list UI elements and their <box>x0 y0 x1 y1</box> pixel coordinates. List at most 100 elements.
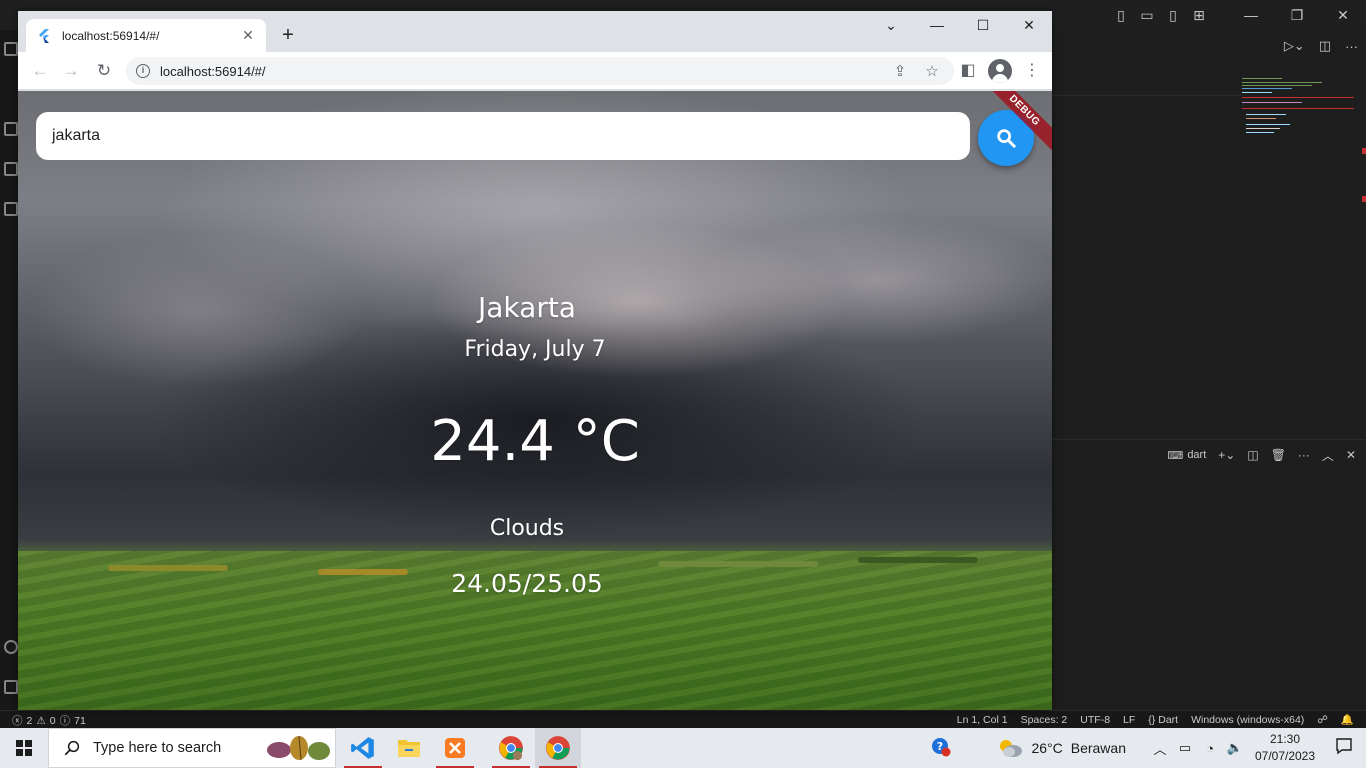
address-bar[interactable]: i localhost:56914/#/ ⇪ ☆ <box>126 57 954 85</box>
warning-count: 0 <box>49 714 56 727</box>
run-debug-icon[interactable] <box>4 162 18 176</box>
back-button[interactable]: ← <box>28 59 52 83</box>
chrome-window: localhost:56914/#/ ✕ + ⌄ — ☐ ✕ ← → ↻ i l… <box>18 11 1052 710</box>
eol-setting[interactable]: LF <box>1123 714 1135 726</box>
editor-tab-border <box>1052 95 1242 96</box>
split-editor-icon[interactable]: ◫ <box>1319 38 1331 54</box>
forward-button[interactable]: → <box>59 59 83 83</box>
scrollbar-error-marker <box>1362 148 1366 154</box>
bookmark-star-icon[interactable]: ☆ <box>920 62 944 80</box>
chrome-menu-icon[interactable]: ⋮ <box>1020 59 1044 83</box>
taskbar-weather-temp: 26°C <box>1031 740 1063 756</box>
min-max-temperature: 24.05/25.05 <box>451 569 603 598</box>
search-highlight-icon <box>267 735 330 761</box>
taskbar-clock[interactable]: 21:30 07/07/2023 <box>1248 731 1322 765</box>
profile-avatar-icon[interactable] <box>988 59 1012 83</box>
language-mode[interactable]: {} Dart <box>1148 714 1178 726</box>
customize-layout-icon[interactable]: ⊞ <box>1186 7 1212 24</box>
chrome-icon <box>546 736 570 760</box>
run-debug-dropdown-icon[interactable]: ▷⌄ <box>1284 38 1305 54</box>
folder-icon <box>398 740 420 757</box>
clock-date: 07/07/2023 <box>1254 749 1316 763</box>
start-button[interactable] <box>0 728 48 768</box>
editor-toolbar: ▷⌄ ◫ ··· <box>1052 36 1366 56</box>
kill-terminal-icon[interactable]: 🗑 <box>1271 448 1286 462</box>
encoding-setting[interactable]: UTF-8 <box>1080 714 1110 726</box>
terminal-selector[interactable]: ⌨ dart <box>1167 449 1206 462</box>
action-center-button[interactable] <box>1322 737 1366 760</box>
vscode-title-controls: ▯ ▭ ▯ ⊞ — ❐ ✕ <box>1108 0 1366 30</box>
windows-taskbar: Type here to search ? 26°C Berawan ︿ ▭ ◔… <box>0 728 1366 768</box>
new-terminal-icon[interactable]: +⌄ <box>1218 448 1235 462</box>
minimize-button[interactable]: — <box>914 11 960 39</box>
close-tab-icon[interactable]: ✕ <box>240 27 256 44</box>
warning-icon: ⚠ <box>36 714 46 727</box>
help-notification-icon[interactable]: ? <box>929 736 953 761</box>
side-panel-icon[interactable]: ◧ <box>956 59 980 83</box>
maximize-button[interactable]: ☐ <box>960 11 1006 39</box>
minimap[interactable] <box>1240 76 1355 146</box>
notifications-bell-icon[interactable]: 🔔 <box>1341 713 1354 726</box>
tab-strip: localhost:56914/#/ ✕ + ⌄ — ☐ ✕ <box>18 11 1052 52</box>
notification-icon <box>1336 737 1352 754</box>
vscode-minimize-button[interactable]: — <box>1228 7 1274 24</box>
taskbar-chrome-profile[interactable] <box>488 728 534 768</box>
network-icon[interactable]: ◔ <box>1198 741 1222 756</box>
close-panel-icon[interactable]: ✕ <box>1346 448 1356 462</box>
target-platform[interactable]: Windows (windows-x64) <box>1191 714 1304 726</box>
url-text[interactable]: localhost:56914/#/ <box>160 64 880 79</box>
city-search-value[interactable]: jakarta <box>52 127 100 145</box>
toggle-primary-sidebar-icon[interactable]: ▯ <box>1108 7 1134 24</box>
info-icon: ⓘ <box>59 715 71 727</box>
system-tray: ? 26°C Berawan ︿ ▭ ◔ 🔈 21:30 07/07/2023 <box>929 728 1366 768</box>
reload-button[interactable]: ↻ <box>92 59 116 83</box>
toolbar-right: ◧ ⋮ <box>956 59 1044 83</box>
vscode-restore-button[interactable]: ❐ <box>1274 7 1320 24</box>
split-terminal-icon[interactable]: ◫ <box>1247 448 1258 462</box>
feedback-icon[interactable]: ☍ <box>1317 714 1328 726</box>
taskbar-xampp[interactable] <box>432 728 478 768</box>
vscode-close-button[interactable]: ✕ <box>1320 7 1366 24</box>
status-bar-right: Ln 1, Col 1 Spaces: 2 UTF-8 LF {} Dart W… <box>957 713 1354 727</box>
battery-icon[interactable]: ▭ <box>1173 740 1197 756</box>
source-control-icon[interactable] <box>4 122 18 136</box>
toggle-secondary-sidebar-icon[interactable]: ▯ <box>1160 7 1186 24</box>
taskbar-search-box[interactable]: Type here to search <box>48 728 336 768</box>
taskbar-vscode[interactable] <box>340 728 386 768</box>
vscode-icon <box>351 737 374 759</box>
new-tab-button[interactable]: + <box>277 23 299 47</box>
search-icon <box>64 740 80 756</box>
site-info-icon[interactable]: i <box>136 64 150 78</box>
manage-gear-icon[interactable] <box>4 680 18 694</box>
chrome-icon <box>499 736 523 761</box>
extensions-icon[interactable] <box>4 202 18 216</box>
close-window-button[interactable]: ✕ <box>1006 11 1052 39</box>
toggle-panel-icon[interactable]: ▭ <box>1134 7 1160 24</box>
taskbar-file-explorer[interactable] <box>386 728 432 768</box>
maximize-panel-icon[interactable]: ︿ <box>1322 447 1334 464</box>
language-label: Dart <box>1158 713 1179 726</box>
vscode-activity-bar <box>0 30 18 710</box>
chrome-window-controls: ⌄ — ☐ ✕ <box>868 11 1052 39</box>
browser-tab[interactable]: localhost:56914/#/ ✕ <box>26 19 266 52</box>
cursor-position[interactable]: Ln 1, Col 1 <box>957 714 1008 726</box>
error-count: 2 <box>26 714 33 727</box>
panel-border <box>1052 439 1366 440</box>
problems-indicator[interactable]: ⓧ 2 ⚠ 0 ⓘ 71 <box>12 713 86 728</box>
indentation-setting[interactable]: Spaces: 2 <box>1021 714 1068 726</box>
city-name: Jakarta <box>478 291 576 324</box>
taskbar-weather-widget[interactable]: 26°C Berawan <box>997 737 1126 759</box>
more-actions-icon[interactable]: ··· <box>1345 39 1358 54</box>
city-search-field[interactable]: jakarta <box>36 112 970 160</box>
info-count: 71 <box>74 714 86 727</box>
explorer-icon[interactable] <box>4 42 18 56</box>
volume-icon[interactable]: 🔈 <box>1223 740 1247 756</box>
more-panel-actions-icon[interactable]: ··· <box>1298 448 1310 462</box>
show-hidden-icons-chevron-icon[interactable]: ︿ <box>1148 739 1172 758</box>
tab-search-icon[interactable]: ⌄ <box>868 11 914 39</box>
taskbar-search-placeholder: Type here to search <box>93 740 222 756</box>
help-icon: ? <box>932 737 951 756</box>
accounts-icon[interactable] <box>4 640 18 654</box>
taskbar-chrome[interactable] <box>535 728 581 768</box>
share-icon[interactable]: ⇪ <box>888 62 912 80</box>
